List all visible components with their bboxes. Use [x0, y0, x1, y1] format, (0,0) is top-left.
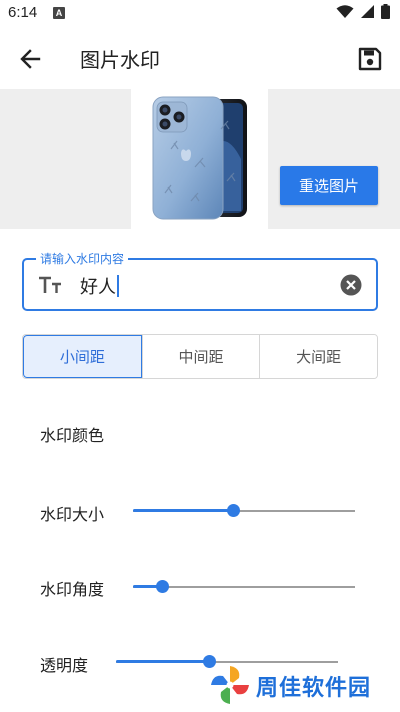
wifi-icon [336, 4, 354, 18]
spacing-small-option[interactable]: 小间距 [23, 335, 142, 378]
save-button[interactable] [354, 43, 386, 75]
spacing-large-option[interactable]: 大间距 [259, 335, 377, 378]
a-badge-icon: A [53, 7, 65, 19]
reselect-image-button[interactable]: 重选图片 [280, 166, 378, 205]
watermark-size-label: 水印大小 [40, 505, 105, 524]
site-watermark-text: 周佳软件园 [256, 676, 372, 701]
slider-thumb[interactable] [155, 580, 169, 593]
status-bar: 6:14 A [0, 0, 400, 28]
slider-fill [116, 660, 210, 663]
page-title: 图片水印 [80, 48, 160, 72]
watermark-angle-label: 水印角度 [40, 580, 105, 599]
watermark-text-field[interactable]: 请输入水印内容 好人 [22, 250, 378, 311]
watermark-text-value[interactable]: 好人 [80, 273, 119, 299]
watermark-color-label[interactable]: 水印颜色 [40, 422, 104, 446]
signal-icon [361, 5, 374, 18]
watermark-text: 好人 [80, 277, 116, 298]
app-bar: 图片水印 [0, 28, 400, 88]
text-caret [117, 275, 119, 297]
clear-circle-icon[interactable] [340, 274, 362, 296]
status-icons [336, 4, 390, 19]
opacity-label: 透明度 [40, 656, 89, 675]
floppy-disk-icon [358, 47, 382, 71]
watermark-size-slider[interactable] [133, 501, 355, 521]
preview-image[interactable] [131, 89, 268, 229]
status-time: 6:14 [8, 4, 38, 21]
preview-image-frame [131, 89, 268, 229]
pinwheel-logo-icon [209, 664, 251, 706]
back-button[interactable] [14, 43, 46, 75]
slider-thumb[interactable] [226, 504, 240, 517]
site-watermark-logo: 周佳软件园 [208, 662, 398, 708]
preview-panel: 重选图片 [0, 89, 400, 229]
battery-icon [381, 4, 390, 19]
watermark-angle-slider[interactable] [133, 577, 355, 597]
watermark-text-label: 请输入水印内容 [36, 250, 129, 267]
slider-fill [133, 509, 233, 512]
spacing-medium-option[interactable]: 中间距 [141, 335, 260, 378]
spacing-selector: 小间距 中间距 大间距 [22, 334, 378, 379]
text-format-icon [39, 276, 61, 293]
arrow-left-icon [20, 49, 41, 69]
